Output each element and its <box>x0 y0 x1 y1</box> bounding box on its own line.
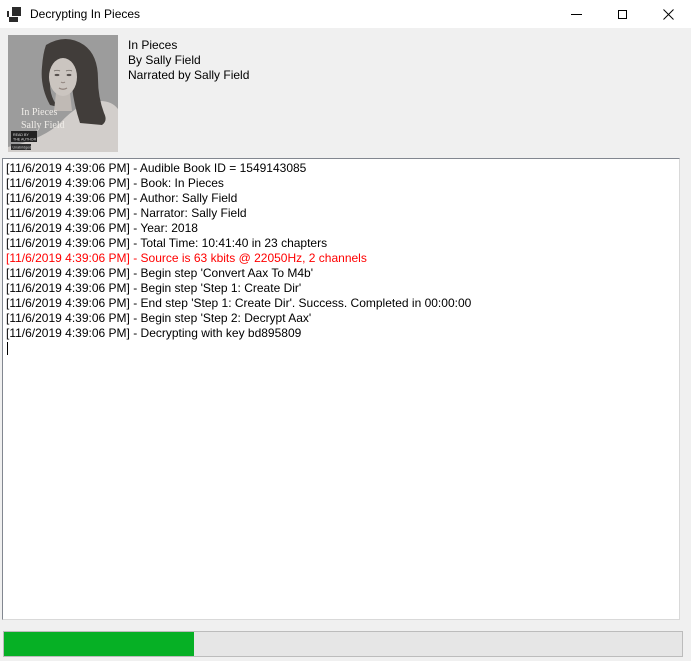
book-title: In Pieces <box>128 38 249 53</box>
log-line: [11/6/2019 4:39:06 PM] - Author: Sally F… <box>6 191 676 206</box>
log-line: [11/6/2019 4:39:06 PM] - Narrator: Sally… <box>6 206 676 221</box>
app-icon <box>6 6 22 22</box>
cover-badge-line1: READ BY <box>13 133 29 137</box>
close-icon <box>663 9 674 20</box>
app-window: Decrypting In Pieces <box>0 0 691 661</box>
progress-bar <box>3 631 683 657</box>
log-line: [11/6/2019 4:39:06 PM] - Begin step 'Con… <box>6 266 676 281</box>
cover-title-text: In Pieces <box>21 107 57 118</box>
log-line: [11/6/2019 4:39:06 PM] - Book: In Pieces <box>6 176 676 191</box>
minimize-icon <box>571 14 582 15</box>
maximize-icon <box>618 10 627 19</box>
log-line: [11/6/2019 4:39:06 PM] - Decrypting with… <box>6 326 676 341</box>
log-line: [11/6/2019 4:39:06 PM] - End step 'Step … <box>6 296 676 311</box>
progress-fill <box>4 632 194 656</box>
minimize-button[interactable] <box>553 0 599 28</box>
log-lines: [11/6/2019 4:39:06 PM] - Audible Book ID… <box>6 161 676 356</box>
close-button[interactable] <box>645 0 691 28</box>
cover-badge-line2: THE AUTHOR <box>13 138 37 142</box>
log-line <box>6 341 676 356</box>
cover-badge-line3: Unabridged <box>13 146 32 150</box>
cover-author-text: Sally Field <box>21 120 65 131</box>
title-bar[interactable]: Decrypting In Pieces <box>0 0 691 28</box>
log-line: [11/6/2019 4:39:06 PM] - Total Time: 10:… <box>6 236 676 251</box>
log-line: [11/6/2019 4:39:06 PM] - Source is 63 kb… <box>6 251 676 266</box>
log-line: [11/6/2019 4:39:06 PM] - Audible Book ID… <box>6 161 676 176</box>
log-line: [11/6/2019 4:39:06 PM] - Begin step 'Ste… <box>6 281 676 296</box>
maximize-button[interactable] <box>599 0 645 28</box>
window-title: Decrypting In Pieces <box>30 7 140 21</box>
log-textbox[interactable]: [11/6/2019 4:39:06 PM] - Audible Book ID… <box>2 158 680 620</box>
window-controls <box>553 0 691 28</box>
text-caret <box>7 342 8 355</box>
log-line: [11/6/2019 4:39:06 PM] - Begin step 'Ste… <box>6 311 676 326</box>
book-narrator: Narrated by Sally Field <box>128 68 249 83</box>
book-author: By Sally Field <box>128 53 249 68</box>
book-info: In Pieces By Sally Field Narrated by Sal… <box>128 38 249 83</box>
log-line: [11/6/2019 4:39:06 PM] - Year: 2018 <box>6 221 676 236</box>
book-cover-image: In Pieces Sally Field READ BY THE AUTHOR… <box>8 35 118 152</box>
